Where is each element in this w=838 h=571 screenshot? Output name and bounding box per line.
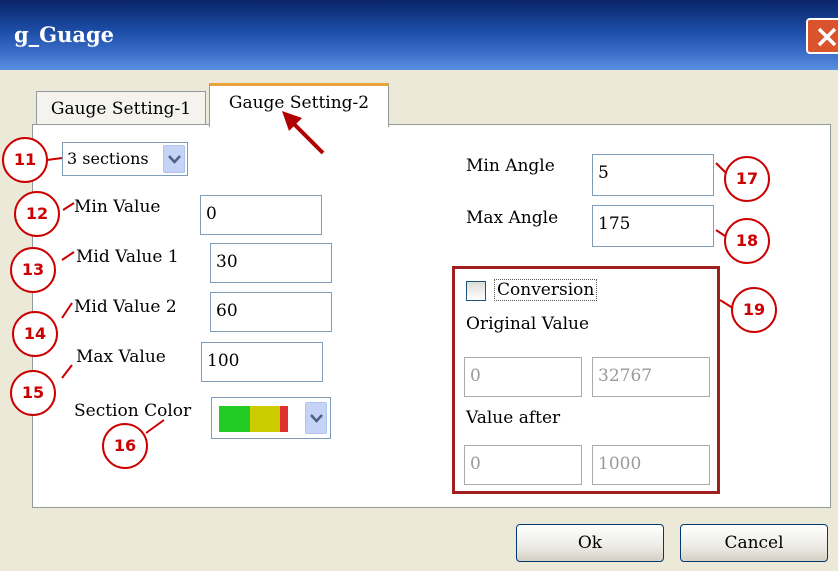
annotation-overlay <box>46 111 737 434</box>
annotation-line-13 <box>61 251 75 261</box>
annotation-line-15 <box>61 364 73 379</box>
annotation-14: 14 <box>12 311 58 357</box>
annotation-line-12 <box>62 202 75 211</box>
annotation-13: 13 <box>10 247 56 293</box>
pointer-arrow-icon <box>282 111 325 155</box>
annotation-11: 11 <box>2 137 48 183</box>
annotation-line-14 <box>61 302 73 319</box>
annotation-line-16 <box>145 419 165 434</box>
annotation-16: 16 <box>102 423 148 469</box>
annotation-line-11 <box>46 157 63 161</box>
annotation-12: 12 <box>14 191 60 237</box>
annotation-19: 19 <box>731 287 777 333</box>
annotation-17: 17 <box>724 156 770 202</box>
annotation-18: 18 <box>724 218 770 264</box>
annotation-15: 15 <box>10 370 56 416</box>
